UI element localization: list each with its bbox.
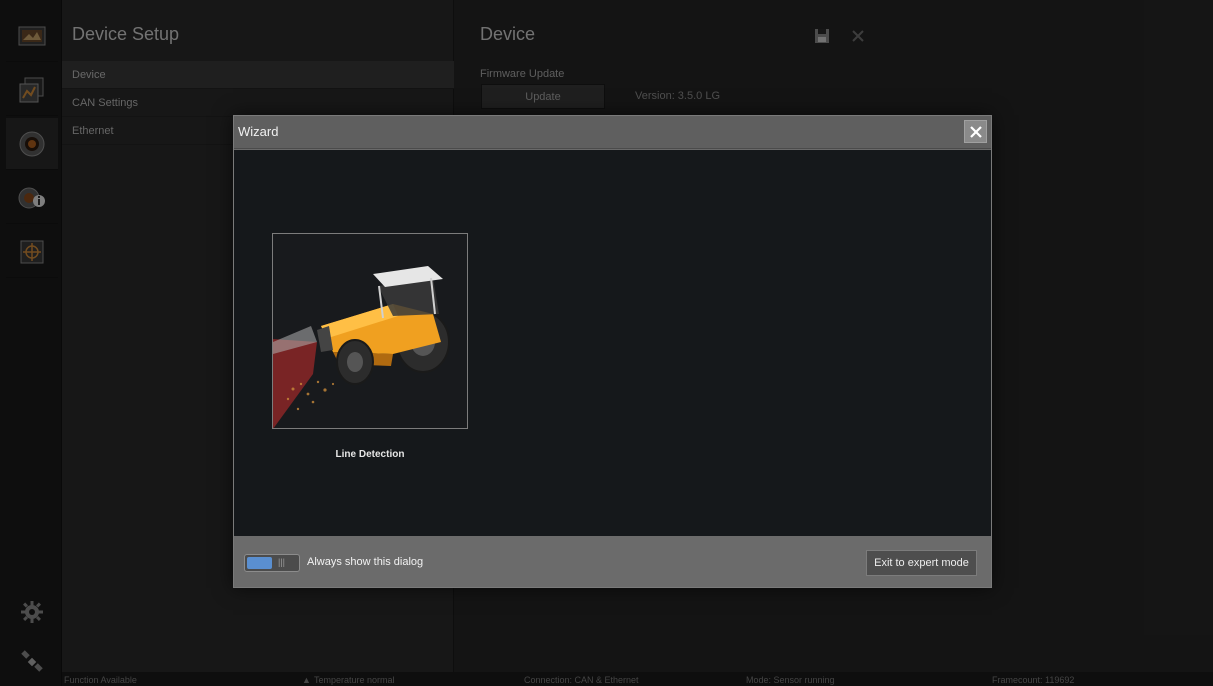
wizard-footer: ||| Always show this dialog Exit to expe…	[234, 536, 991, 587]
wizard-title: Wizard	[238, 124, 279, 139]
app-window: Device Setup Device CAN Settings Etherne…	[0, 0, 1213, 686]
tractor-image	[273, 266, 450, 429]
close-icon	[969, 125, 982, 138]
wizard-content: Line Detection	[234, 150, 991, 536]
wizard-header: Wizard	[234, 116, 991, 149]
always-show-label: Always show this dialog	[307, 556, 424, 568]
line-detection-tile[interactable]	[272, 233, 468, 429]
line-detection-label: Line Detection	[335, 449, 405, 460]
wizard-close-button[interactable]	[964, 120, 987, 143]
wizard-dialog: Wizard Line Detection ||| Always show th…	[233, 115, 992, 588]
always-show-toggle[interactable]: |||	[244, 554, 300, 572]
toggle-on-indicator	[247, 557, 272, 569]
exit-to-expert-mode-button[interactable]: Exit to expert mode	[866, 550, 977, 576]
toggle-grip: |||	[278, 557, 286, 567]
